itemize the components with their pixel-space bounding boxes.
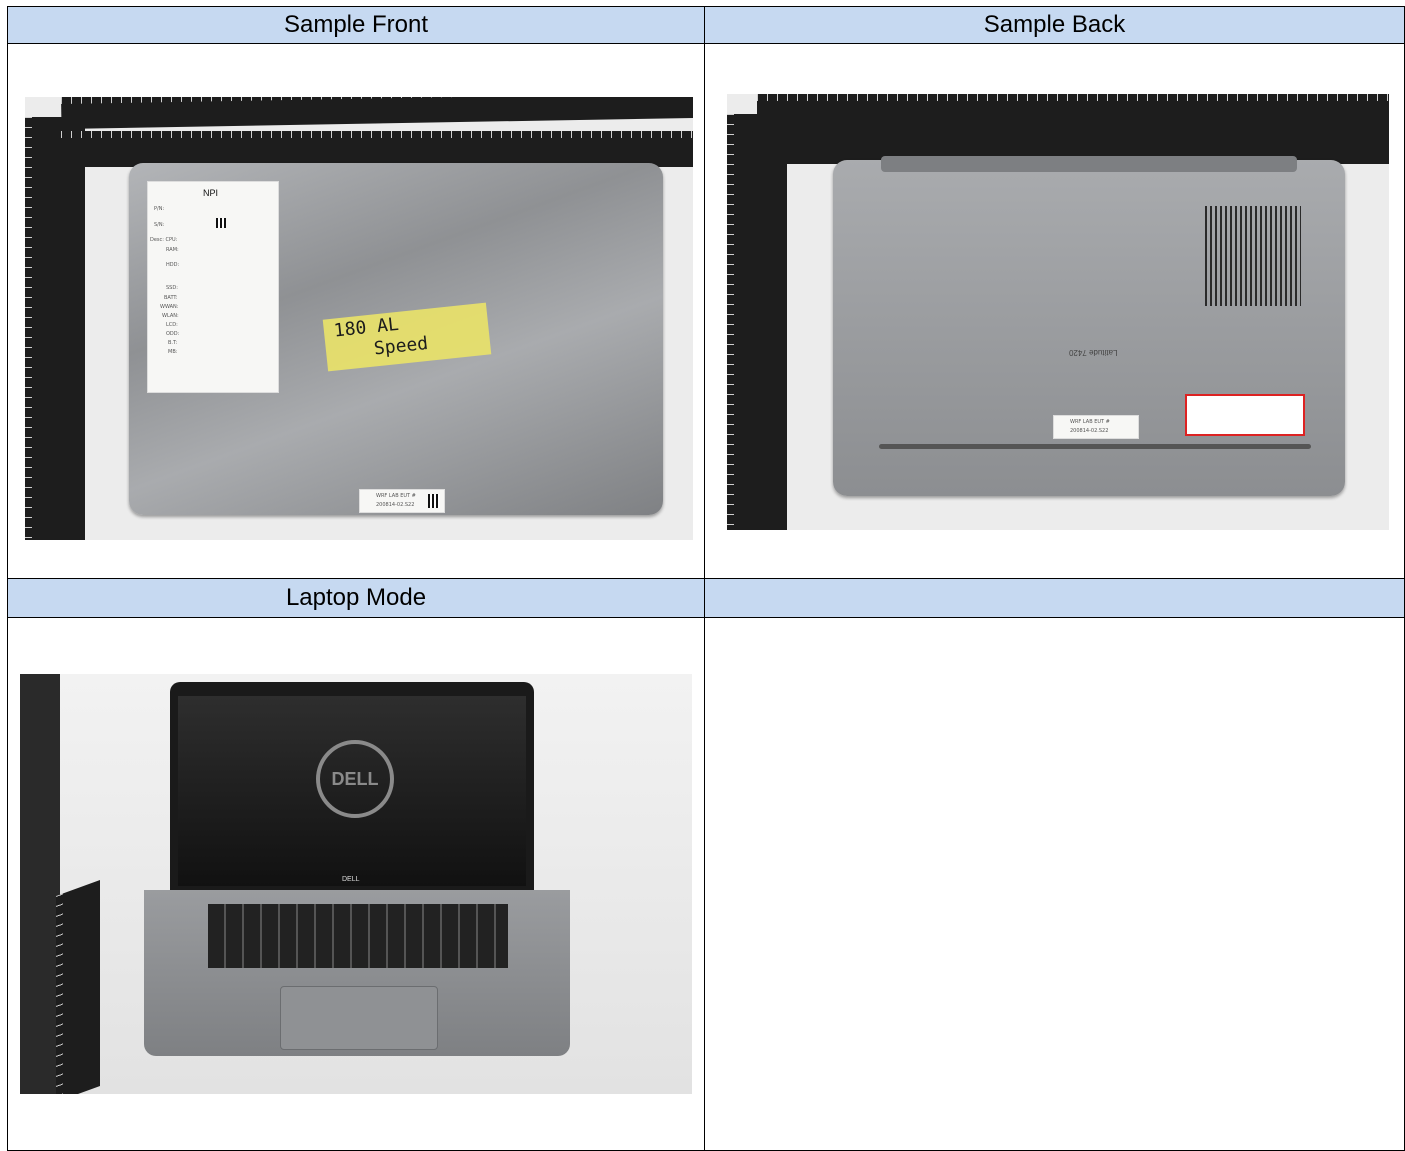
sample-back-photo: Latitude 7420 WRF LAB EUT # 200814-02.S2… <box>727 94 1389 530</box>
eut-label-front-number: 200814-02.S22 <box>376 502 415 508</box>
regulatory-label <box>1185 394 1305 436</box>
ruler-horizontal <box>61 97 693 129</box>
ruler-vertical-back <box>727 114 787 530</box>
hinge-bar <box>881 156 1297 172</box>
model-text: Latitude 7420 <box>1069 348 1118 357</box>
sticker-row-hdd: HDD: <box>166 262 180 268</box>
sticker-row-pn: P/N: <box>154 206 165 212</box>
sticker-row-cpu: Desc: CPU: <box>150 237 178 243</box>
screen-display: DELL <box>178 696 526 886</box>
ruler-horizontal-lower <box>61 131 693 167</box>
sample-front-photo: NPI P/N: S/N: Desc: CPU: RAM: HDD: SSD: … <box>25 97 693 540</box>
header-laptop-mode-label: Laptop Mode <box>285 584 427 611</box>
sticker-row-sn: S/N: <box>154 222 165 228</box>
sticker-row-wlan: WLAN: <box>162 313 179 319</box>
ruler-vertical <box>25 117 85 540</box>
sticker-row-batt: BATT: <box>164 295 178 301</box>
photo-table: Sample Front Sample Back NPI P/N: S/N: D… <box>7 6 1405 1151</box>
keyboard <box>208 904 508 968</box>
laptop-screen: DELL DELL <box>170 682 534 890</box>
tape-text-2: Speed <box>372 332 430 360</box>
dell-logo-screen: DELL <box>316 740 394 818</box>
npi-sticker-title: NPI <box>203 188 219 198</box>
sticker-row-ssd: SSD: <box>166 285 178 291</box>
eut-label-back-text: WRF LAB EUT # <box>1070 419 1110 425</box>
sticker-qr-icon <box>216 218 226 228</box>
cell-empty <box>704 617 1405 1151</box>
eut-label-back-number: 200814-02.S22 <box>1070 428 1109 434</box>
eut-label-front: WRF LAB EUT # 200814-02.S22 <box>359 489 445 513</box>
backdrop-left <box>20 674 60 1094</box>
header-sample-back-label: Sample Back <box>983 11 1126 38</box>
sticker-row-odd: ODD: <box>166 331 180 337</box>
sticker-row-wwan: WWAN: <box>160 304 179 310</box>
header-sample-back: Sample Back <box>704 6 1405 44</box>
vent-grille <box>1205 206 1301 306</box>
dell-logo-bezel: DELL <box>342 876 360 883</box>
laptop-mode-photo: DELL DELL <box>20 674 692 1094</box>
rubber-foot-bar <box>879 444 1311 449</box>
sticker-row-ram: RAM: <box>166 247 179 253</box>
header-empty <box>704 578 1405 618</box>
cell-laptop-mode: DELL DELL <box>7 617 705 1151</box>
sticker-row-mb: MB: <box>168 349 178 355</box>
header-sample-front-label: Sample Front <box>283 11 429 38</box>
sticker-row-lcd: LCD: <box>166 322 178 328</box>
ruler-horizontal-back <box>757 94 1389 164</box>
cell-sample-back: Latitude 7420 WRF LAB EUT # 200814-02.S2… <box>704 43 1405 579</box>
eut-label-back: WRF LAB EUT # 200814-02.S22 <box>1053 415 1139 439</box>
header-sample-front: Sample Front <box>7 6 705 44</box>
cell-sample-front: NPI P/N: S/N: Desc: CPU: RAM: HDD: SSD: … <box>7 43 705 579</box>
sticker-row-bt: B.T: <box>168 340 178 346</box>
eut-qr-icon <box>428 494 440 508</box>
laptop-base <box>144 890 570 1056</box>
laptop-bottom-panel: Latitude 7420 WRF LAB EUT # 200814-02.S2… <box>833 156 1345 496</box>
eut-label-front-text: WRF LAB EUT # <box>376 493 416 499</box>
header-laptop-mode: Laptop Mode <box>7 578 705 618</box>
ruler-laptop-mode <box>56 879 100 1094</box>
touchpad <box>280 986 438 1050</box>
npi-sticker: NPI P/N: S/N: Desc: CPU: RAM: HDD: SSD: … <box>147 181 279 393</box>
